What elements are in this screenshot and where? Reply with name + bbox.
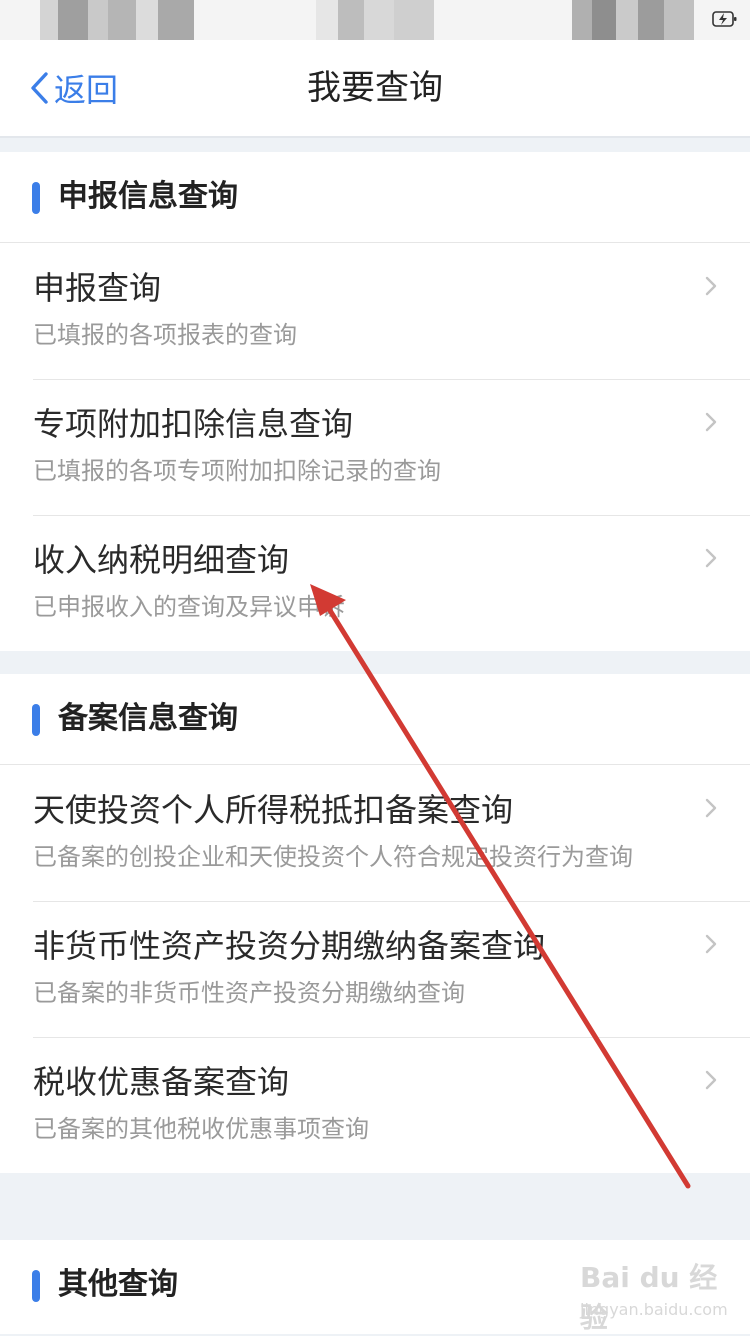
blurred-status	[616, 0, 638, 40]
blurred-status	[88, 0, 108, 40]
page-title: 我要查询	[307, 68, 443, 108]
section-filing-info: 备案信息查询 天使投资个人所得税抵扣备案查询 已备案的创投企业和天使投资个人符合…	[0, 674, 750, 1173]
chevron-right-icon	[705, 1070, 717, 1090]
blurred-status	[136, 0, 158, 40]
item-description: 已备案的创投企业和天使投资个人符合规定投资行为查询	[33, 843, 633, 871]
blurred-status	[592, 0, 616, 40]
list-item-income-tax-detail-query[interactable]: 收入纳税明细查询 已申报收入的查询及异议申诉	[0, 515, 750, 651]
section-accent-bar	[32, 182, 40, 214]
blurred-status	[664, 0, 694, 40]
list-item-special-deduction-query[interactable]: 专项附加扣除信息查询 已填报的各项专项附加扣除记录的查询	[0, 379, 750, 515]
item-title: 收入纳税明细查询	[33, 541, 290, 579]
section-accent-bar	[32, 704, 40, 736]
blurred-status	[158, 0, 194, 40]
item-title: 专项附加扣除信息查询	[33, 405, 354, 443]
navigation-bar: 返回 我要查询	[0, 40, 750, 138]
list-item-tax-preference-filing-query[interactable]: 税收优惠备案查询 已备案的其他税收优惠事项查询	[0, 1037, 750, 1173]
list-item-declaration-query[interactable]: 申报查询 已填报的各项报表的查询	[0, 243, 750, 379]
item-title: 非货币性资产投资分期缴纳备案查询	[33, 927, 546, 965]
blurred-status	[40, 0, 58, 40]
watermark: Bai du 经验 jingyan.baidu.com	[576, 1252, 728, 1334]
section-header: 申报信息查询	[0, 152, 750, 243]
blurred-status	[58, 0, 88, 40]
section-header: 备案信息查询	[0, 674, 750, 765]
blurred-status	[394, 0, 434, 40]
list-item-angel-investment-filing-query[interactable]: 天使投资个人所得税抵扣备案查询 已备案的创投企业和天使投资个人符合规定投资行为查…	[0, 765, 750, 901]
chevron-right-icon	[705, 412, 717, 432]
item-description: 已申报收入的查询及异议申诉	[33, 593, 345, 621]
section-accent-bar	[32, 1270, 40, 1302]
item-title: 税收优惠备案查询	[33, 1063, 290, 1101]
blurred-status	[572, 0, 592, 40]
watermark-url: jingyan.baidu.com	[580, 1300, 728, 1319]
item-description: 已填报的各项专项附加扣除记录的查询	[33, 457, 441, 485]
chevron-right-icon	[705, 548, 717, 568]
chevron-right-icon	[705, 276, 717, 296]
item-title: 天使投资个人所得税抵扣备案查询	[33, 791, 514, 829]
chevron-right-icon	[705, 798, 717, 818]
blurred-status	[108, 0, 136, 40]
blurred-status	[638, 0, 664, 40]
item-title: 申报查询	[33, 269, 162, 307]
blurred-status	[364, 0, 394, 40]
section-title: 备案信息查询	[58, 701, 238, 736]
section-title: 申报信息查询	[58, 179, 238, 214]
item-description: 已备案的非货币性资产投资分期缴纳查询	[33, 979, 465, 1007]
blurred-status	[338, 0, 364, 40]
chevron-right-icon	[705, 934, 717, 954]
watermark-brand: Bai du 经验	[580, 1261, 718, 1334]
blurred-status	[316, 0, 338, 40]
list-item-non-monetary-asset-filing-query[interactable]: 非货币性资产投资分期缴纳备案查询 已备案的非货币性资产投资分期缴纳查询	[0, 901, 750, 1037]
section-declaration-info: 申报信息查询 申报查询 已填报的各项报表的查询 专项附加扣除信息查询 已填报的各…	[0, 152, 750, 651]
battery-icon	[712, 11, 737, 27]
item-description: 已填报的各项报表的查询	[33, 321, 297, 349]
item-description: 已备案的其他税收优惠事项查询	[33, 1115, 369, 1143]
section-title: 其他查询	[58, 1267, 178, 1302]
status-bar	[0, 0, 750, 40]
